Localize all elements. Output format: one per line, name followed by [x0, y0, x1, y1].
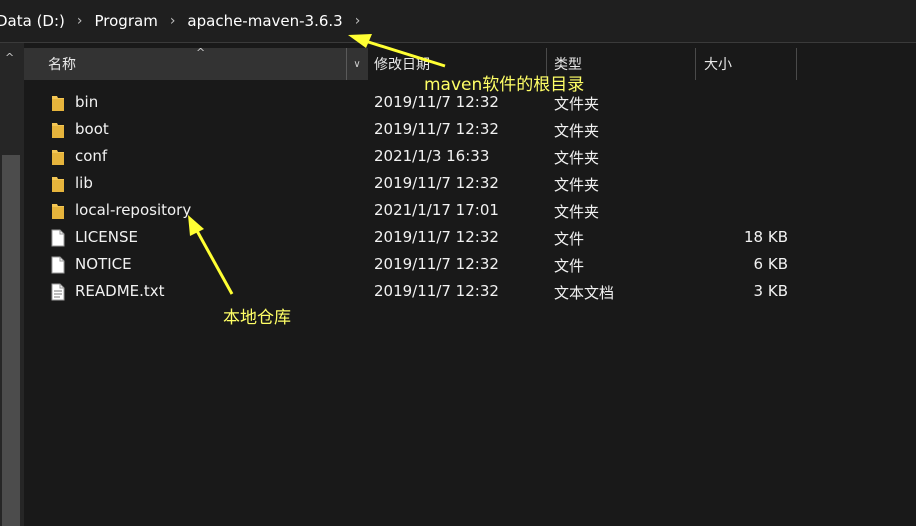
annotation-root-dir: maven软件的根目录	[424, 75, 585, 95]
file-type: 文件夹	[554, 176, 600, 194]
sort-ascending-icon: ^	[196, 46, 206, 59]
scroll-up-arrow-icon[interactable]: ^	[5, 51, 14, 64]
navigation-pane: ^	[0, 43, 24, 526]
breadcrumb-maven[interactable]: apache-maven-3.6.3	[181, 12, 348, 30]
file-row[interactable]: lib 2019/11/7 12:32 文件夹	[24, 170, 916, 197]
column-header-name[interactable]: 名称 ^ ∨	[24, 46, 368, 80]
file-type: 文件	[554, 257, 585, 275]
file-size: 3 KB	[753, 282, 788, 300]
chevron-right-icon[interactable]: ›	[71, 13, 89, 29]
column-header-name-label: 名称	[48, 57, 76, 73]
file-icon	[51, 229, 65, 247]
column-header-size-label: 大小	[704, 57, 732, 73]
column-header-date-label: 修改日期	[374, 57, 430, 73]
file-type: 文本文档	[554, 284, 615, 302]
file-row[interactable]: local-repository 2021/1/17 17:01 文件夹	[24, 197, 916, 224]
file-date: 2021/1/17 17:01	[374, 201, 499, 219]
file-type: 文件夹	[554, 122, 600, 140]
file-name: LICENSE	[75, 228, 138, 246]
file-name: conf	[75, 147, 108, 165]
folder-icon	[52, 177, 64, 192]
file-date: 2019/11/7 12:32	[374, 174, 499, 192]
column-divider[interactable]	[695, 48, 696, 80]
file-type: 文件	[554, 230, 585, 248]
file-type: 文件夹	[554, 203, 600, 221]
file-row[interactable]: conf 2021/1/3 16:33 文件夹	[24, 143, 916, 170]
file-size: 18 KB	[744, 228, 788, 246]
file-date: 2019/11/7 12:32	[374, 282, 499, 300]
file-date: 2019/11/7 12:32	[374, 228, 499, 246]
file-row[interactable]: boot 2019/11/7 12:32 文件夹	[24, 116, 916, 143]
file-date: 2021/1/3 16:33	[374, 147, 490, 165]
file-date: 2019/11/7 12:32	[374, 255, 499, 273]
chevron-right-icon[interactable]: ›	[164, 13, 182, 29]
text-file-icon	[51, 283, 65, 301]
column-dropdown-icon[interactable]: ∨	[346, 48, 367, 80]
folder-icon	[52, 123, 64, 138]
file-name: NOTICE	[75, 255, 132, 273]
file-name: lib	[75, 174, 93, 192]
scrollbar-thumb[interactable]	[2, 155, 20, 526]
annotation-local-repo: 本地仓库	[223, 308, 291, 328]
file-icon	[51, 256, 65, 274]
folder-icon	[52, 96, 64, 111]
breadcrumb-program[interactable]: Program	[89, 12, 164, 30]
breadcrumb-drive[interactable]: Data (D:)	[0, 12, 71, 30]
folder-icon	[52, 204, 64, 219]
file-size: 6 KB	[753, 255, 788, 273]
file-name: local-repository	[75, 201, 192, 219]
file-row[interactable]: README.txt 2019/11/7 12:32 文本文档 3 KB	[24, 278, 916, 305]
file-row[interactable]: LICENSE 2019/11/7 12:32 文件 18 KB	[24, 224, 916, 251]
file-list: bin 2019/11/7 12:32 文件夹 boot 2019/11/7 1…	[24, 89, 916, 305]
file-explorer-window: Data (D:) › Program › apache-maven-3.6.3…	[0, 0, 916, 526]
file-name: README.txt	[75, 282, 165, 300]
file-type: 文件夹	[554, 149, 600, 167]
folder-icon	[52, 150, 64, 165]
column-header-size[interactable]: 大小	[704, 48, 796, 80]
column-divider[interactable]	[796, 48, 797, 80]
file-name: boot	[75, 120, 109, 138]
file-name: bin	[75, 93, 99, 111]
address-bar[interactable]: Data (D:) › Program › apache-maven-3.6.3…	[0, 0, 916, 43]
chevron-right-icon[interactable]: ›	[349, 13, 367, 29]
file-date: 2019/11/7 12:32	[374, 120, 499, 138]
file-row[interactable]: NOTICE 2019/11/7 12:32 文件 6 KB	[24, 251, 916, 278]
file-date: 2019/11/7 12:32	[374, 93, 499, 111]
file-type: 文件夹	[554, 95, 600, 113]
